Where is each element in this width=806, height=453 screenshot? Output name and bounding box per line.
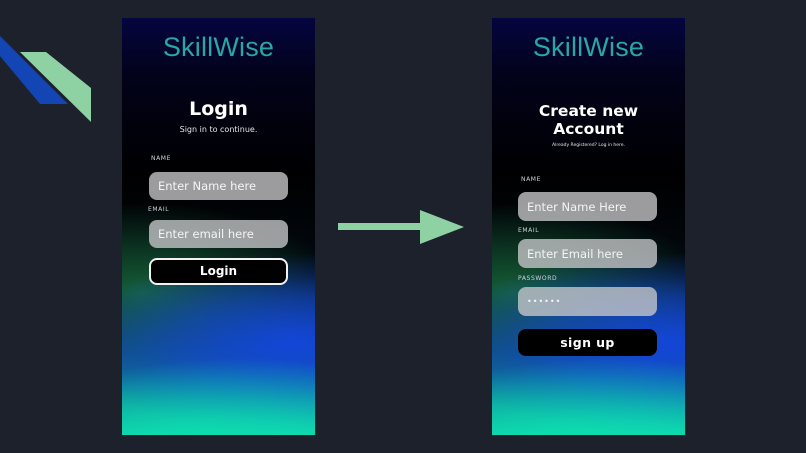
login-button[interactable]: Login xyxy=(149,258,288,285)
email-label: EMAIL xyxy=(518,227,540,234)
signup-button[interactable]: sign up xyxy=(518,329,657,356)
arrow-shaft xyxy=(338,223,424,230)
email-label: EMAIL xyxy=(148,206,170,213)
email-input[interactable] xyxy=(518,239,657,268)
brand-logo: SkillWise xyxy=(532,32,645,62)
arrow-head xyxy=(420,210,464,244)
email-input[interactable] xyxy=(149,220,288,248)
diagonal-stripes-icon xyxy=(0,36,91,122)
arrow-right-icon xyxy=(338,210,464,244)
name-label: NAME xyxy=(151,155,171,162)
page-title-line2: Account xyxy=(553,120,624,138)
page-subtitle: Sign in to continue. xyxy=(179,125,258,134)
page-title: Login xyxy=(189,98,248,120)
page-title-line1: Create new xyxy=(538,102,639,120)
login-link[interactable]: Already Registered? Log in here. xyxy=(492,143,685,148)
name-input[interactable] xyxy=(518,192,657,221)
password-label: PASSWORD xyxy=(518,275,558,282)
signup-screen: SkillWise Create new Account Already Reg… xyxy=(492,18,685,435)
password-input[interactable] xyxy=(518,287,657,316)
name-label: NAME xyxy=(521,176,541,183)
name-input[interactable] xyxy=(149,172,288,200)
login-screen: SkillWise Login Sign in to continue. NAM… xyxy=(122,18,315,435)
brand-logo: SkillWise xyxy=(162,32,275,62)
